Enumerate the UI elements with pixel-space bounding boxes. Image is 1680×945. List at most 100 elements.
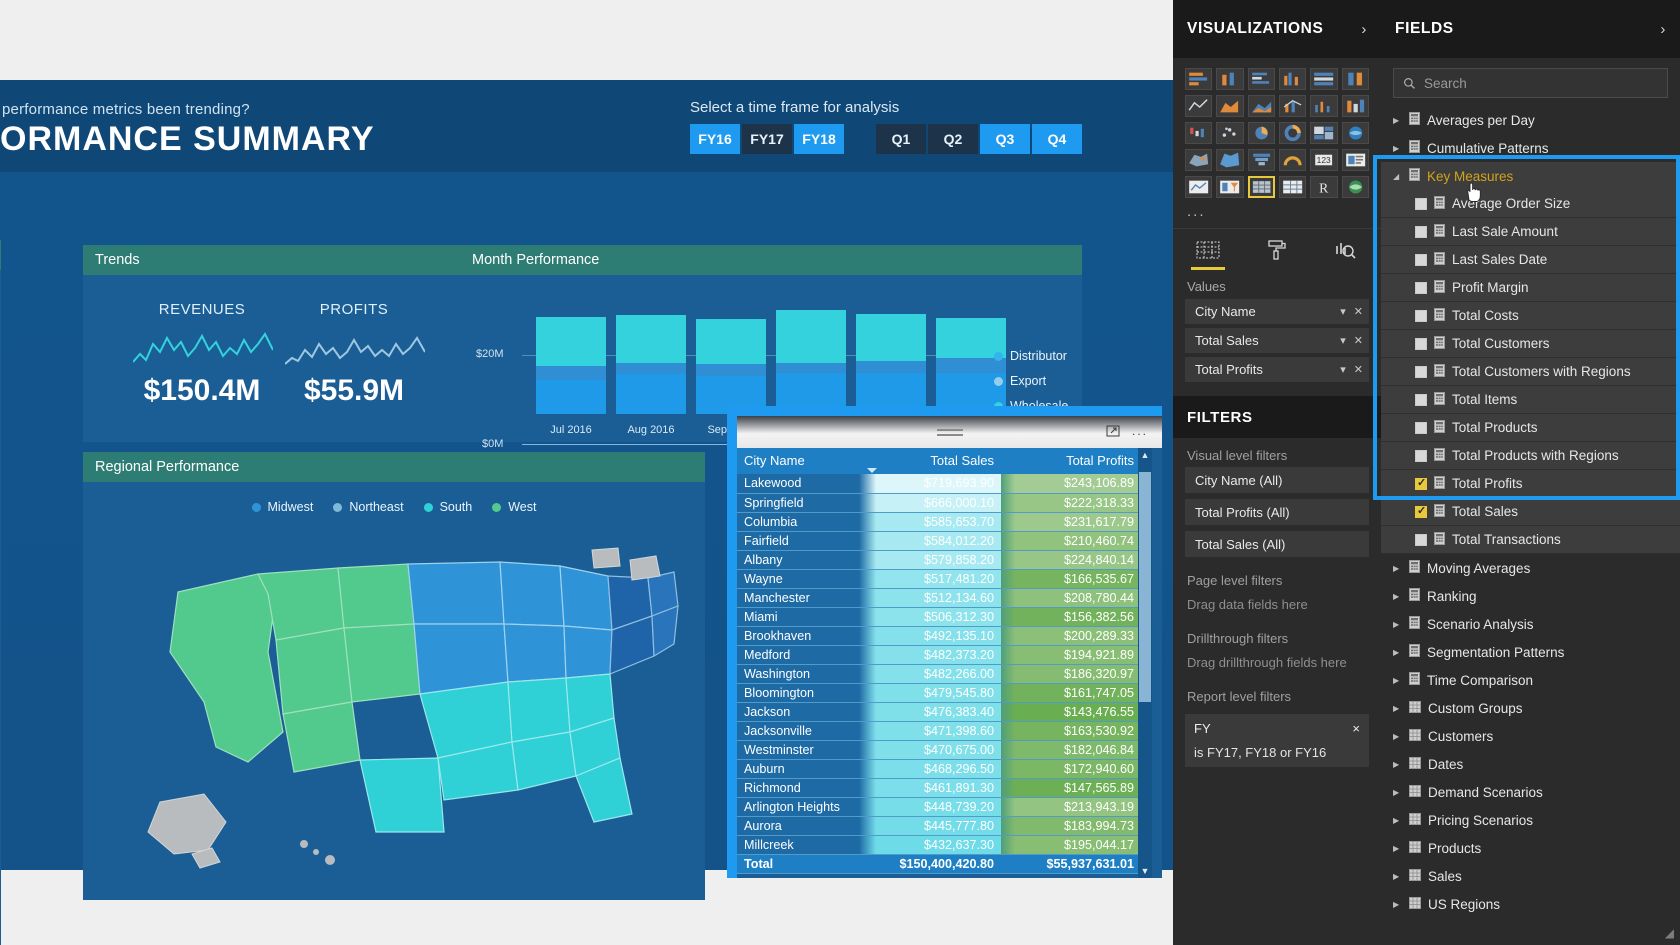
tab-format[interactable] xyxy=(1254,229,1300,270)
chevron-right-icon[interactable]: › xyxy=(1361,21,1367,38)
treemap-icon[interactable] xyxy=(1310,122,1338,144)
r-script-visual-icon[interactable]: R xyxy=(1310,176,1338,198)
chevron-right-icon[interactable]: ▶ xyxy=(1393,816,1402,825)
line-chart-icon[interactable] xyxy=(1185,95,1213,117)
table-vertical-scrollbar[interactable]: ▲ ▼ xyxy=(1138,448,1152,878)
regional-performance-visual[interactable]: Regional Performance Midwest Northeast S… xyxy=(83,452,705,900)
table-row[interactable]: Aurora $445,777.80 $183,994.73 xyxy=(737,816,1141,836)
bar-nov-2016[interactable] xyxy=(856,314,926,414)
slicer-q1[interactable]: Q1 xyxy=(876,124,926,154)
table-row[interactable]: Washington $482,266.00 $186,320.97 xyxy=(737,664,1141,684)
clustered-column-chart-icon[interactable] xyxy=(1279,68,1307,90)
slicer-fy16[interactable]: FY16 xyxy=(690,124,740,154)
focus-mode-icon[interactable] xyxy=(1106,424,1120,441)
pie-chart-icon[interactable] xyxy=(1247,122,1275,144)
field-item-total-products[interactable]: Total Products xyxy=(1381,414,1680,442)
fields-table-custom-groups[interactable]: ▶ Custom Groups xyxy=(1381,694,1680,722)
gauge-chart-icon[interactable] xyxy=(1279,149,1307,171)
100-stacked-column-chart-icon[interactable] xyxy=(1341,68,1369,90)
table-row[interactable]: Fairfield $584,012.20 $210,460.74 xyxy=(737,531,1141,551)
fields-table-dates[interactable]: ▶ Dates xyxy=(1381,750,1680,778)
field-checkbox[interactable] xyxy=(1415,476,1427,490)
table-row[interactable]: Brookhaven $492,135.10 $200,289.33 xyxy=(737,626,1141,646)
resize-grip-icon[interactable]: ◢ xyxy=(1665,926,1674,940)
chevron-right-icon[interactable]: ▶ xyxy=(1393,900,1402,909)
stacked-area-chart-icon[interactable] xyxy=(1247,95,1275,117)
matrix-icon[interactable] xyxy=(1279,176,1307,198)
filter-total-sales[interactable]: Total Sales (All) xyxy=(1185,531,1369,557)
chevron-right-icon[interactable]: ▶ xyxy=(1393,116,1402,125)
more-visuals-icon[interactable]: ... xyxy=(1173,200,1381,228)
visual-type-gallery[interactable]: 123 R xyxy=(1173,58,1381,200)
shape-map-icon[interactable] xyxy=(1216,149,1244,171)
table-row[interactable]: Wayne $517,481.20 $166,535.67 xyxy=(737,569,1141,589)
field-checkbox[interactable] xyxy=(1415,253,1427,266)
chevron-right-icon[interactable]: ▶ xyxy=(1393,144,1402,153)
chevron-right-icon[interactable]: › xyxy=(1660,21,1666,38)
close-icon[interactable]: × xyxy=(1352,721,1360,736)
donut-chart-icon[interactable] xyxy=(1279,122,1307,144)
chevron-right-icon[interactable]: ▶ xyxy=(1393,872,1402,881)
table-row[interactable]: Westminster $470,675.00 $182,046.84 xyxy=(737,740,1141,760)
table-row[interactable]: Auburn $468,296.50 $172,940.60 xyxy=(737,759,1141,779)
values-field-city-name[interactable]: City Name ▾ ✕ xyxy=(1185,299,1369,324)
tab-analytics[interactable] xyxy=(1323,229,1369,270)
remove-field-icon[interactable]: ✕ xyxy=(1354,305,1363,318)
scroll-down-icon[interactable]: ▼ xyxy=(1138,864,1152,878)
field-item-total-items[interactable]: Total Items xyxy=(1381,386,1680,414)
field-checkbox[interactable] xyxy=(1415,197,1427,210)
table-row[interactable]: Lakewood $719,693.90 $243,106.89 xyxy=(737,474,1141,494)
legend-item-northeast[interactable]: Northeast xyxy=(333,500,404,514)
field-item-last-sale-amount[interactable]: Last Sale Amount xyxy=(1381,218,1680,246)
city-highlights-table-visual[interactable]: ... City Name Total Sales Total Profits … xyxy=(727,406,1162,878)
chevron-right-icon[interactable]: ▶ xyxy=(1393,704,1402,713)
table-row[interactable]: Arlington Heights $448,739.20 $213,943.19 xyxy=(737,797,1141,817)
fields-table-cumulative-patterns[interactable]: ▶ Cumulative Patterns xyxy=(1381,134,1680,162)
table-row[interactable]: Medford $482,373.20 $194,921.89 xyxy=(737,645,1141,665)
field-checkbox[interactable] xyxy=(1415,449,1427,462)
100-stacked-bar-chart-icon[interactable] xyxy=(1310,68,1338,90)
kpi-icon[interactable] xyxy=(1185,176,1213,198)
scatter-chart-icon[interactable] xyxy=(1216,122,1244,144)
field-item-average-order-size[interactable]: Average Order Size xyxy=(1381,190,1680,218)
more-options-icon[interactable]: ... xyxy=(1132,424,1148,438)
map-icon[interactable] xyxy=(1341,122,1369,144)
fields-table-segmentation-patterns[interactable]: ▶ Segmentation Patterns xyxy=(1381,638,1680,666)
fields-table-scenario-analysis[interactable]: ▶ Scenario Analysis xyxy=(1381,610,1680,638)
bar-oct-2016[interactable] xyxy=(776,310,846,414)
table-row[interactable]: Springfield $666,000.10 $222,318.33 xyxy=(737,493,1141,513)
fields-table-ranking[interactable]: ▶ Ranking xyxy=(1381,582,1680,610)
field-item-last-sales-date[interactable]: Last Sales Date xyxy=(1381,246,1680,274)
waterfall-chart-icon[interactable] xyxy=(1185,122,1213,144)
area-chart-icon[interactable] xyxy=(1216,95,1244,117)
table-visual-icon[interactable] xyxy=(1247,176,1275,198)
field-item-total-profits[interactable]: Total Profits xyxy=(1381,470,1680,498)
fields-table-pricing-scenarios[interactable]: ▶ Pricing Scenarios xyxy=(1381,806,1680,834)
chevron-right-icon[interactable]: ▶ xyxy=(1393,592,1402,601)
fields-table-averages-per-day[interactable]: ▶ Averages per Day xyxy=(1381,106,1680,134)
ribbon-chart-icon[interactable] xyxy=(1341,95,1369,117)
chevron-right-icon[interactable]: ▶ xyxy=(1393,760,1402,769)
field-item-total-transactions[interactable]: Total Transactions xyxy=(1381,526,1680,554)
multi-row-card-icon[interactable] xyxy=(1341,149,1369,171)
trends-visual[interactable]: Trends REVENUES PROFITS $150.4M $55.9M xyxy=(83,245,460,442)
field-item-total-customers-with-regions[interactable]: Total Customers with Regions xyxy=(1381,358,1680,386)
chevron-down-icon[interactable]: ▾ xyxy=(1340,334,1346,347)
field-item-total-customers[interactable]: Total Customers xyxy=(1381,330,1680,358)
slicer-fy18[interactable]: FY18 xyxy=(794,124,844,154)
table-row[interactable]: Jacksonville $471,398.60 $163,530.92 xyxy=(737,721,1141,741)
us-map-shape[interactable] xyxy=(108,532,680,882)
remove-field-icon[interactable]: ✕ xyxy=(1354,363,1363,376)
drillthrough-filters-dropzone[interactable]: Drag drillthrough fields here xyxy=(1185,650,1369,675)
column-header-city-name[interactable]: City Name xyxy=(737,448,859,474)
scroll-up-icon[interactable]: ▲ xyxy=(1138,448,1152,462)
field-checkbox[interactable] xyxy=(1415,421,1427,434)
bar-sep-2016[interactable] xyxy=(696,319,766,414)
arcgis-maps-icon[interactable] xyxy=(1341,176,1369,198)
clustered-bar-chart-icon[interactable] xyxy=(1247,68,1275,90)
field-item-total-products-with-regions[interactable]: Total Products with Regions xyxy=(1381,442,1680,470)
fields-table-time-comparison[interactable]: ▶ Time Comparison xyxy=(1381,666,1680,694)
fields-table-customers[interactable]: ▶ Customers xyxy=(1381,722,1680,750)
slicer-q3[interactable]: Q3 xyxy=(980,124,1030,154)
field-checkbox[interactable] xyxy=(1415,365,1427,378)
